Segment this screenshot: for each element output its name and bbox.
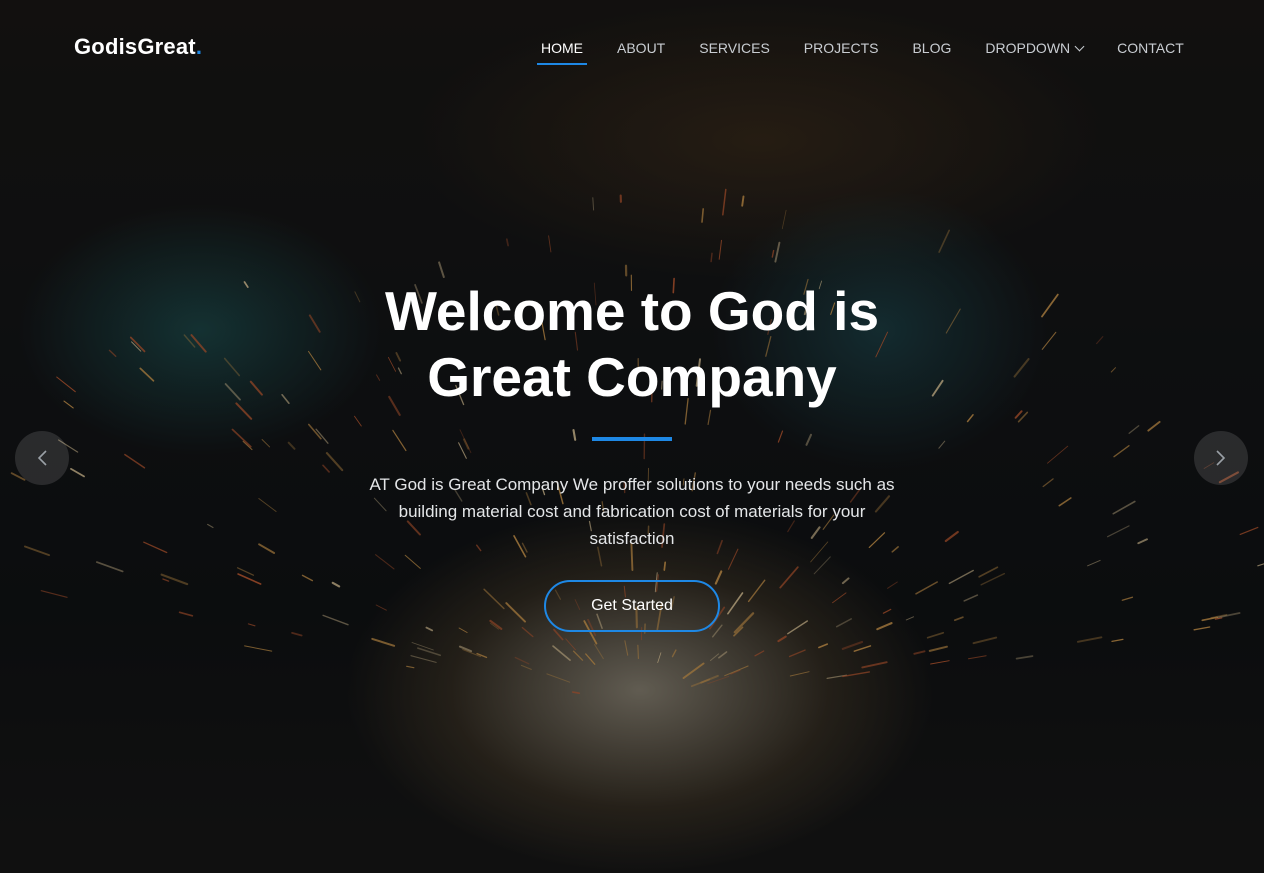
chevron-down-icon — [1074, 41, 1085, 52]
hero-title: Welcome to God is Great Company — [384, 280, 880, 408]
chevron-left-icon — [37, 450, 47, 466]
nav-item-blog[interactable]: BLOG — [895, 38, 968, 58]
nav-item-contact[interactable]: CONTACT — [1100, 38, 1201, 58]
nav-item-about[interactable]: ABOUT — [600, 38, 682, 58]
nav-label: SERVICES — [699, 40, 770, 56]
brand-logo[interactable]: GodisGreat. — [74, 34, 202, 60]
get-started-button[interactable]: Get Started — [544, 580, 720, 632]
nav-label: PROJECTS — [803, 40, 879, 56]
brand-dot: . — [195, 34, 203, 59]
main-nav: HOME ABOUT SERVICES PROJECTS BLOG DROPDO… — [524, 38, 1201, 66]
nav-label: HOME — [541, 40, 583, 56]
chevron-right-icon — [1216, 450, 1226, 466]
hero-content: Welcome to God is Great Company AT God i… — [332, 278, 932, 632]
hero-section: GodisGreat. HOME ABOUT SERVICES PROJECTS… — [0, 0, 1264, 873]
nav-label: DROPDOWN — [985, 40, 1071, 56]
hero-description: AT God is Great Company We proffer solut… — [369, 475, 895, 548]
nav-label: BLOG — [912, 40, 952, 56]
site-header: GodisGreat. HOME ABOUT SERVICES PROJECTS… — [0, 0, 1264, 96]
nav-item-projects[interactable]: PROJECTS — [787, 38, 896, 58]
title-divider — [592, 437, 672, 441]
nav-item-home[interactable]: HOME — [524, 38, 600, 65]
carousel-prev-button[interactable] — [15, 431, 69, 485]
nav-item-services[interactable]: SERVICES — [682, 38, 787, 58]
carousel-next-button[interactable] — [1194, 431, 1248, 485]
nav-item-dropdown[interactable]: DROPDOWN — [968, 38, 1100, 58]
nav-label: ABOUT — [617, 40, 666, 56]
brand-name: GodisGreat — [74, 34, 196, 59]
nav-label: CONTACT — [1117, 40, 1184, 56]
